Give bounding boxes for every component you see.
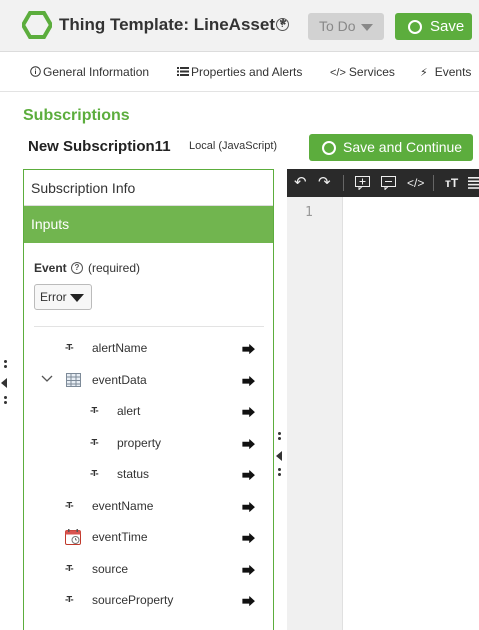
- collapse-left-icon[interactable]: [1, 378, 7, 388]
- subscription-info-header[interactable]: Subscription Info: [24, 170, 273, 206]
- caret-down-icon: [70, 294, 84, 302]
- map-arrow-icon[interactable]: ⮕︎: [242, 371, 255, 390]
- input-row-source[interactable]: -T- source ⮕︎: [65, 561, 265, 579]
- tab-label: Events: [434, 65, 472, 79]
- string-type-icon: -T-: [90, 406, 99, 415]
- event-help-icon[interactable]: ?: [71, 262, 83, 274]
- editor-toolbar: ↶ ↷ </> тТ: [287, 169, 479, 197]
- input-label: sourceProperty: [92, 593, 174, 607]
- thing-template-hexagon-icon: [22, 11, 52, 39]
- input-label: alert: [117, 404, 141, 418]
- map-arrow-icon[interactable]: ⮕︎: [242, 560, 255, 579]
- input-label: eventTime: [92, 530, 148, 544]
- input-row-eventdata[interactable]: eventData ⮕︎: [41, 372, 265, 390]
- map-arrow-icon[interactable]: ⮕︎: [242, 434, 255, 453]
- tab-general-information[interactable]: General Information: [30, 65, 149, 79]
- event-select[interactable]: Error: [34, 284, 92, 310]
- string-type-icon: -T-: [65, 501, 74, 510]
- save-and-continue-label: Save and Continue: [343, 139, 463, 155]
- section-title: Subscriptions: [23, 107, 130, 124]
- tab-services[interactable]: </> Services: [330, 65, 395, 79]
- toolbar-separator: [433, 175, 434, 191]
- toolbar-separator: [343, 175, 344, 191]
- middle-splitter-grip-lower[interactable]: [278, 468, 281, 478]
- info-icon: [30, 66, 41, 77]
- list-icon: [177, 67, 189, 76]
- redo-icon[interactable]: ↷: [318, 175, 331, 191]
- save-button[interactable]: Save: [395, 13, 472, 40]
- input-row-property[interactable]: -T- property ⮕︎: [90, 435, 265, 453]
- tab-label: General Information: [43, 65, 150, 79]
- string-type-icon: -T-: [65, 343, 74, 352]
- input-row-alertname[interactable]: -T- alertName ⮕︎: [65, 340, 265, 358]
- chevron-down-icon[interactable]: [41, 375, 53, 383]
- code-icon: </>: [330, 67, 346, 79]
- string-type-icon: -T-: [90, 469, 99, 478]
- state-dropdown-button[interactable]: To Do: [308, 13, 384, 40]
- subscription-type: Local (JavaScript): [189, 140, 278, 152]
- input-row-alert[interactable]: -T- alert ⮕︎: [90, 403, 265, 421]
- page-title: Thing Template: LineAsset *: [59, 15, 287, 34]
- input-label: property: [117, 436, 162, 450]
- collapse-middle-icon[interactable]: [276, 451, 282, 461]
- event-label: Event: [34, 261, 67, 275]
- line-number: 1: [305, 205, 313, 220]
- map-arrow-icon[interactable]: ⮕︎: [242, 339, 255, 358]
- tab-label: Services: [348, 65, 395, 79]
- string-type-icon: -T-: [65, 564, 74, 573]
- input-label: alertName: [92, 341, 148, 355]
- left-splitter-grip-lower[interactable]: [4, 396, 7, 406]
- line-number-gutter: 1: [287, 197, 343, 630]
- map-arrow-icon[interactable]: ⮕︎: [242, 402, 255, 421]
- undo-icon[interactable]: ↶: [294, 175, 307, 191]
- string-type-icon: -T-: [90, 438, 99, 447]
- input-label: status: [117, 467, 150, 481]
- tab-label: Properties and Alerts: [191, 65, 303, 79]
- calendar-icon: [65, 529, 81, 545]
- bolt-icon: ⚡︎: [420, 67, 428, 79]
- tab-events[interactable]: ⚡︎ Events: [420, 65, 471, 79]
- state-label: To Do: [319, 18, 356, 34]
- input-row-status[interactable]: -T- status ⮕︎: [90, 466, 265, 484]
- map-arrow-icon[interactable]: ⮕︎: [242, 465, 255, 484]
- map-arrow-icon[interactable]: ⮕︎: [242, 528, 255, 547]
- inputs-header[interactable]: Inputs: [24, 206, 273, 243]
- script-editor[interactable]: ↶ ↷ </> тТ 1: [287, 169, 479, 630]
- save-and-continue-button[interactable]: Save and Continue: [309, 134, 473, 161]
- circle-icon: [408, 20, 422, 34]
- input-row-sourceproperty[interactable]: -T- sourceProperty ⮕︎: [65, 592, 265, 610]
- map-arrow-icon[interactable]: ⮕︎: [242, 497, 255, 516]
- save-label: Save: [430, 18, 465, 35]
- font-size-icon[interactable]: тТ: [445, 175, 458, 191]
- subscription-panel: Subscription Info Inputs Event ? (requir…: [23, 169, 274, 630]
- middle-splitter-grip[interactable]: [278, 432, 281, 442]
- input-label: eventData: [92, 373, 147, 387]
- tab-properties-and-alerts[interactable]: Properties and Alerts: [177, 65, 302, 79]
- top-header: Thing Template: LineAsset * ? To Do Save: [0, 0, 479, 52]
- add-snippet-icon[interactable]: [355, 176, 370, 190]
- divider: [34, 326, 264, 327]
- input-label: source: [92, 562, 129, 576]
- input-row-eventtime[interactable]: eventTime ⮕︎: [65, 529, 265, 547]
- string-type-icon: -T-: [65, 595, 74, 604]
- circle-icon: [322, 141, 336, 155]
- code-tag-icon[interactable]: </>: [407, 175, 424, 191]
- event-select-value: Error: [40, 290, 67, 304]
- format-icon[interactable]: [468, 177, 479, 189]
- help-icon[interactable]: ?: [276, 18, 289, 31]
- tab-bar: General Information Properties and Alert…: [0, 52, 479, 92]
- subscription-name: New Subscription11: [28, 138, 171, 155]
- comment-icon[interactable]: [381, 176, 396, 190]
- event-required-label: (required): [88, 261, 141, 275]
- caret-down-icon: [361, 24, 373, 31]
- input-label: eventName: [92, 499, 154, 513]
- infotable-icon: [66, 373, 81, 387]
- input-row-eventname[interactable]: -T- eventName ⮕︎: [65, 498, 265, 516]
- left-splitter-grip[interactable]: [4, 360, 7, 370]
- map-arrow-icon[interactable]: ⮕︎: [242, 591, 255, 610]
